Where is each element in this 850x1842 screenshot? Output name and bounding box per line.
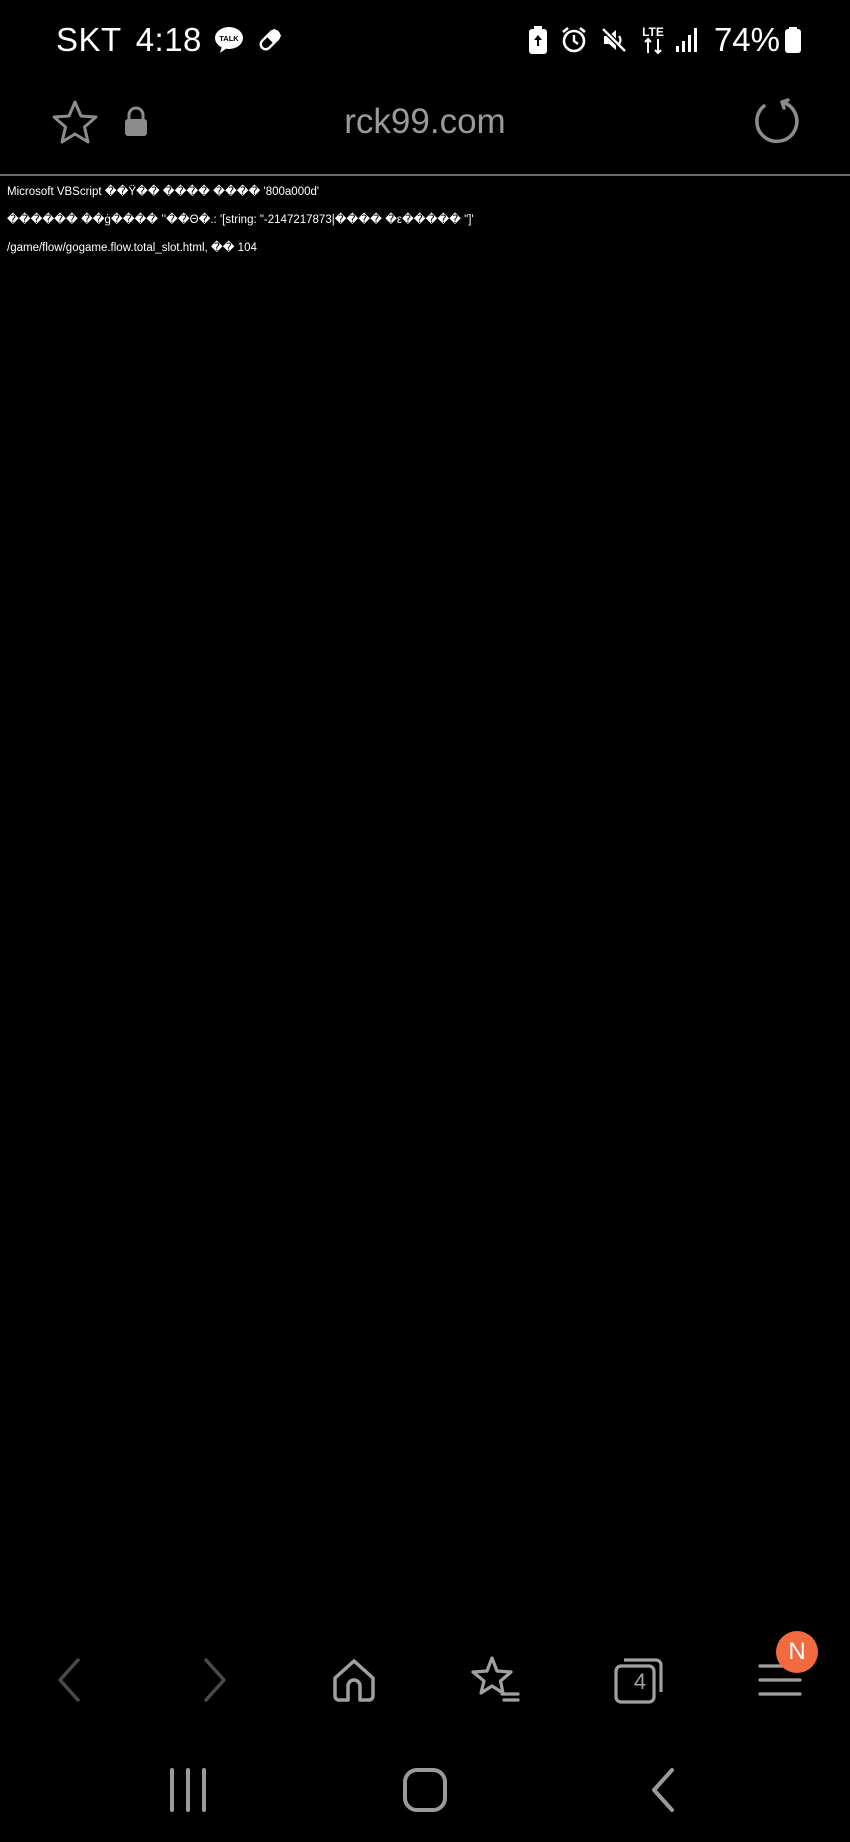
bookmarks-button[interactable] <box>466 1652 522 1708</box>
home-button[interactable] <box>326 1652 382 1708</box>
browser-screen: SKT 4:18 TALK LTE 74% rck99.com Microsof… <box>0 0 850 1842</box>
battery-icon <box>784 26 802 54</box>
signal-icon <box>674 26 700 54</box>
alarm-icon <box>560 26 588 54</box>
chevron-right-icon <box>204 1658 226 1702</box>
reload-icon <box>755 98 799 144</box>
system-home-button[interactable] <box>395 1760 455 1820</box>
battery-saver-icon <box>528 25 548 55</box>
address-bar: rck99.com <box>0 80 850 174</box>
status-left: SKT 4:18 TALK <box>56 18 284 62</box>
svg-text:LTE: LTE <box>642 25 664 39</box>
recents-button[interactable] <box>158 1760 218 1820</box>
lte-icon: LTE <box>640 24 666 56</box>
tabs-count: 4 <box>633 1669 647 1694</box>
browser-toolbar: 4 <box>0 1630 850 1730</box>
carrier-label: SKT <box>56 21 122 58</box>
error-title: Microsoft VBScript ��Ÿ�� ���� ���� '800a… <box>7 186 320 198</box>
error-message: ������ ��ġ���� ʽ'��Θ�.: '[string: "-2147… <box>7 214 474 226</box>
home-square-icon <box>403 1768 447 1812</box>
svg-text:TALK: TALK <box>219 34 239 43</box>
forward-button[interactable] <box>186 1652 242 1708</box>
chevron-left-icon <box>58 1658 80 1702</box>
bookmarks-star-icon <box>471 1656 520 1702</box>
mute-icon <box>600 26 628 54</box>
battery-percent: 74% <box>713 21 780 58</box>
error-location: /game/flow/gogame.flow.total_slot.html, … <box>7 242 257 254</box>
reload-button[interactable] <box>750 96 800 146</box>
url-field[interactable]: rck99.com <box>0 102 850 142</box>
clock: 4:18 <box>135 21 202 58</box>
back-chevron-icon <box>652 1768 674 1812</box>
system-nav-bar <box>0 1740 850 1842</box>
kakaotalk-icon: TALK <box>214 26 244 54</box>
system-back-button[interactable] <box>634 1760 694 1820</box>
home-icon <box>333 1659 375 1702</box>
status-right: LTE 74% <box>528 18 802 62</box>
status-bar: SKT 4:18 TALK LTE 74% <box>0 0 850 80</box>
pill-icon <box>256 26 284 54</box>
recents-icon <box>170 1768 206 1812</box>
back-button[interactable] <box>42 1652 98 1708</box>
tabs-button[interactable]: 4 <box>610 1652 666 1708</box>
address-divider <box>0 174 850 176</box>
menu-notification-badge: N <box>776 1631 818 1673</box>
